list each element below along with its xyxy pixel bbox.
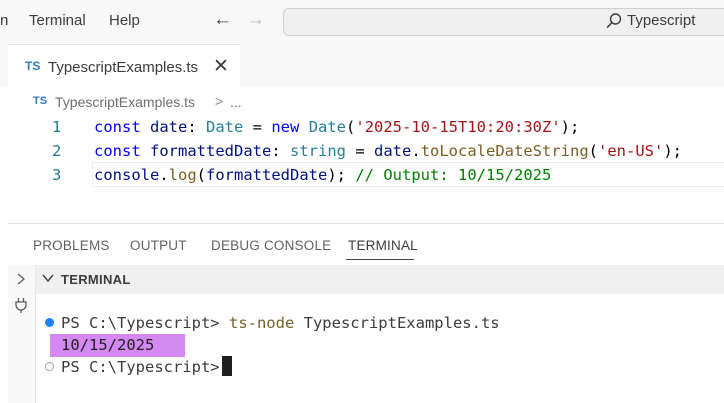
terminal-cursor: [222, 356, 232, 376]
type-name: Date: [206, 118, 244, 136]
punctuation: );: [560, 118, 580, 136]
chevron-right-icon[interactable]: [14, 272, 28, 286]
keyword: new: [271, 118, 300, 136]
constructor-name: Date: [308, 118, 347, 136]
search-text[interactable]: Typescript: [627, 12, 695, 29]
operator: =: [346, 142, 375, 160]
terminal-line-1: PS C:\Typescript> ts-node TypescriptExam…: [61, 314, 500, 332]
identifier: console: [94, 166, 160, 184]
terminal-section-title: TERMINAL: [61, 272, 131, 287]
comment: // Output: 10/15/2025: [355, 166, 552, 184]
punctuation: );: [327, 166, 356, 184]
method-name: log: [168, 166, 197, 184]
typescript-file-icon: TS: [25, 59, 41, 73]
identifier: formattedDate: [150, 142, 272, 160]
forward-arrow-icon[interactable]: →: [246, 9, 265, 31]
back-arrow-icon[interactable]: ←: [213, 9, 232, 31]
breadcrumb-file[interactable]: TypescriptExamples.ts: [55, 94, 195, 110]
command-pending-decoration[interactable]: [45, 362, 54, 371]
punctuation: :: [187, 118, 207, 136]
punctuation: (: [346, 118, 356, 136]
keyword: const: [94, 142, 141, 160]
terminal-prompt: PS C:\Typescript>: [61, 314, 229, 332]
punctuation: (: [588, 142, 599, 160]
method-name: toLocaleDateString: [420, 142, 589, 160]
code-line-2[interactable]: const formattedDate: string = date.toLoc…: [94, 142, 682, 166]
menu-item-terminal[interactable]: Terminal: [29, 12, 86, 29]
active-tab-indicator: [346, 259, 414, 260]
terminal-command-arg: TypescriptExamples.ts: [294, 314, 500, 332]
punctuation: .: [411, 142, 421, 160]
punctuation: (: [196, 166, 207, 184]
tab-problems[interactable]: PROBLEMS: [33, 238, 110, 253]
identifier: date: [150, 118, 188, 136]
punctuation: .: [159, 166, 169, 184]
punctuation: );: [663, 142, 683, 160]
chevron-down-icon[interactable]: [40, 270, 56, 286]
menu-item-partial[interactable]: n: [0, 12, 8, 29]
menu-item-help[interactable]: Help: [109, 12, 140, 29]
string-literal: 'en-US': [598, 142, 664, 160]
tab-debug-console[interactable]: DEBUG CONSOLE: [211, 238, 331, 253]
terminal-section-header[interactable]: [36, 265, 724, 294]
code-line-3[interactable]: console.log(formattedDate); // Output: 1…: [94, 166, 551, 190]
terminal-command: ts-node: [228, 314, 295, 332]
line-number: 3: [52, 166, 62, 184]
tab-output[interactable]: OUTPUT: [130, 238, 187, 253]
type-name: string: [290, 142, 347, 160]
terminal-prompt-current[interactable]: PS C:\Typescript>: [61, 358, 229, 376]
code-line-1[interactable]: const date: Date = new Date('2025-10-15T…: [94, 118, 579, 142]
keyword: const: [94, 118, 141, 136]
close-icon[interactable]: ✕: [213, 55, 229, 78]
tab-label[interactable]: TypescriptExamples.ts: [48, 59, 198, 76]
string-literal: '2025-10-15T10:20:30Z': [355, 118, 561, 136]
panel-divider: [8, 223, 724, 224]
tab-terminal[interactable]: TERMINAL: [348, 238, 418, 253]
operator: =: [243, 118, 272, 136]
identifier: date: [374, 142, 412, 160]
terminal-output: 10/15/2025: [61, 336, 155, 354]
breadcrumb-more[interactable]: ...: [230, 94, 242, 110]
breadcrumb-typescript-icon: TS: [33, 95, 48, 107]
line-number: 1: [52, 118, 62, 136]
identifier: formattedDate: [206, 166, 328, 184]
search-icon: [606, 13, 622, 29]
line-number: 2: [52, 142, 62, 160]
command-success-decoration[interactable]: [45, 318, 54, 327]
breadcrumb-separator: >: [215, 93, 224, 109]
plug-icon[interactable]: [14, 297, 28, 313]
punctuation: :: [271, 142, 291, 160]
